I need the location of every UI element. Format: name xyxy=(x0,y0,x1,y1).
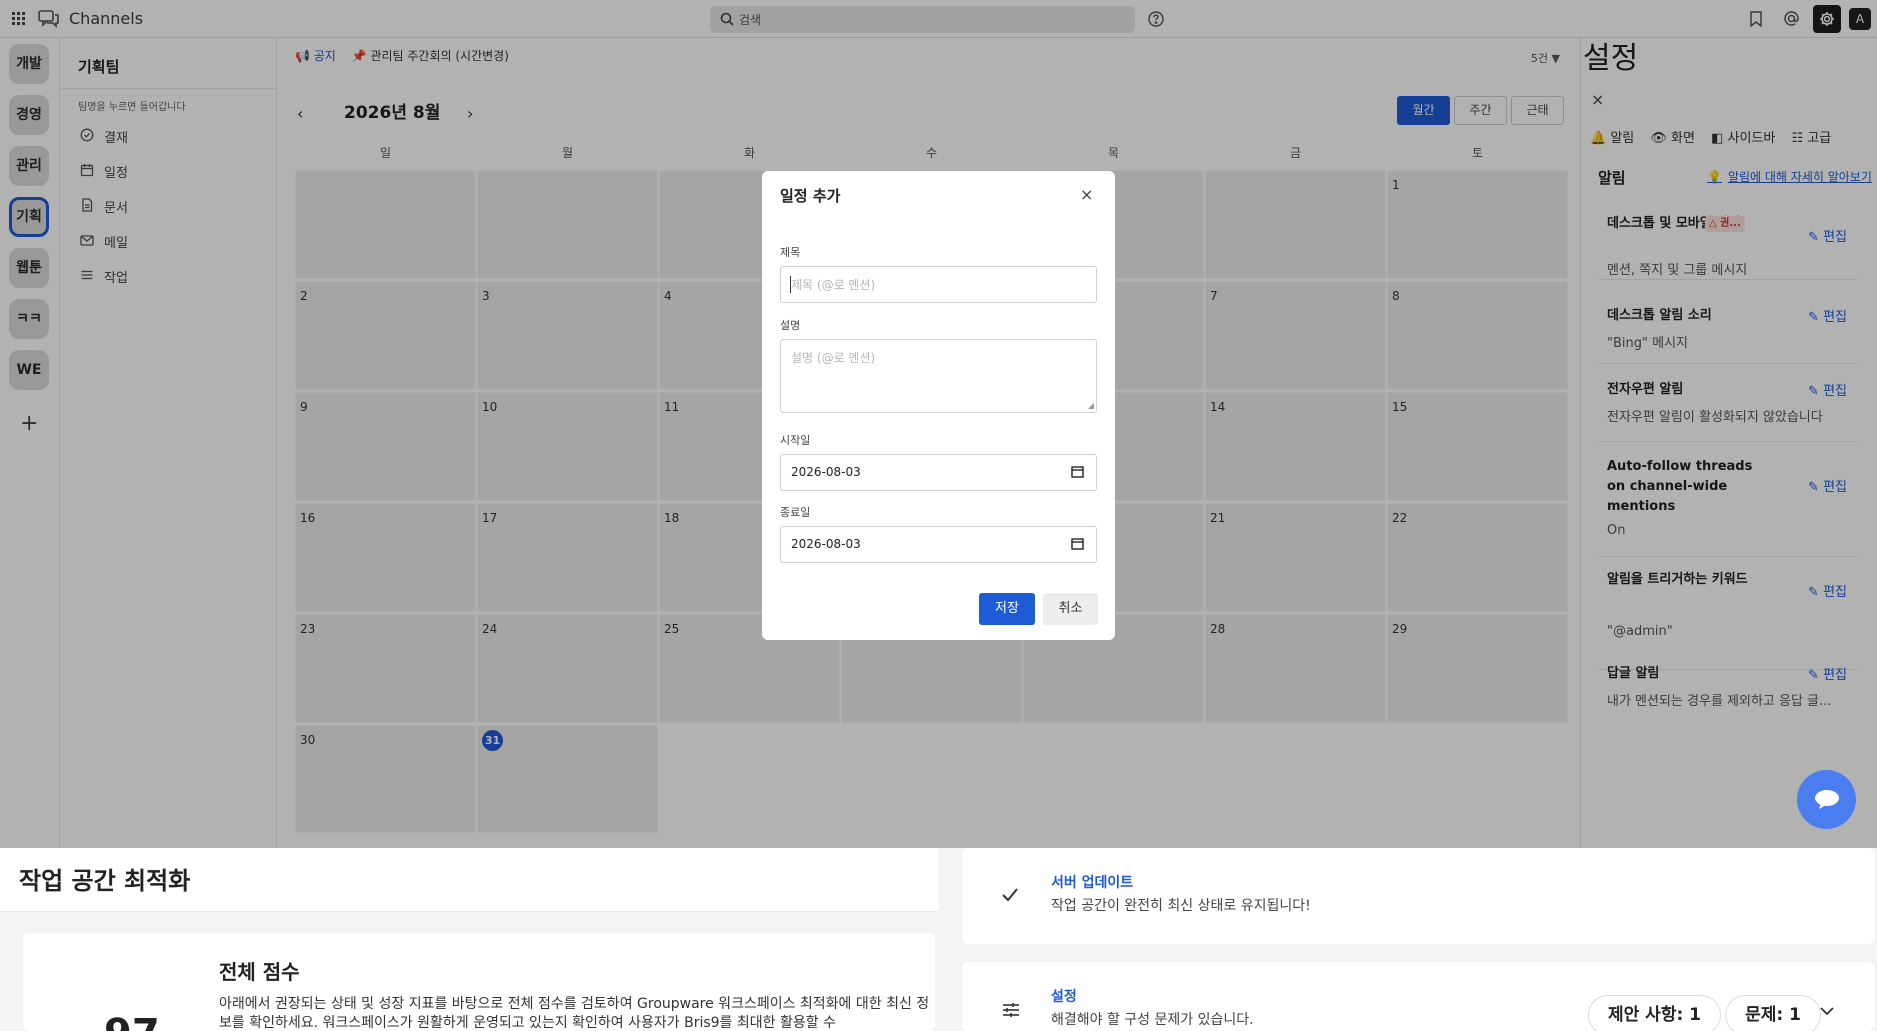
suggestions-count-badge[interactable]: 제안 사항: 1 xyxy=(1588,995,1721,1031)
chevron-down-icon[interactable] xyxy=(1820,1007,1834,1016)
cancel-button[interactable]: 취소 xyxy=(1043,593,1098,625)
optimization-header: 작업 공간 최적화 xyxy=(0,848,938,912)
calendar-icon[interactable] xyxy=(1071,465,1084,478)
server-update-desc: 작업 공간이 완전히 최신 상태로 유지됩니다! xyxy=(1051,898,1311,914)
configuration-title: 설정 xyxy=(1051,989,1077,1005)
end-date-field[interactable]: 2026-08-03 xyxy=(780,526,1097,563)
end-date-value: 2026-08-03 xyxy=(791,537,861,551)
workspace-optimization-section: 작업 공간 최적화 97 전체 점수 아래에서 권장되는 상태 및 성장 지표를… xyxy=(0,848,1877,1031)
resize-handle-icon[interactable]: ◢ xyxy=(1088,401,1094,410)
score-title: 전체 점수 xyxy=(219,960,300,984)
end-date-label: 종료일 xyxy=(780,506,811,519)
optimization-title: 작업 공간 최적화 xyxy=(19,867,191,895)
start-date-value: 2026-08-03 xyxy=(791,465,861,479)
configuration-card[interactable]: 설정 해결해야 할 구성 문제가 있습니다. 제안 사항: 1 문제: 1 xyxy=(962,962,1874,1031)
server-update-card[interactable]: 서버 업데이트 작업 공간이 완전히 최신 상태로 유지됩니다! xyxy=(962,848,1874,944)
chat-fab-button[interactable] xyxy=(1797,770,1856,829)
description-label: 설명 xyxy=(780,319,801,332)
add-event-dialog: 일정 추가 × 제목 제목 (@로 멘션) 설명 설명 (@로 멘션) ◢ 시작… xyxy=(762,171,1115,640)
description-field[interactable]: 설명 (@로 멘션) ◢ xyxy=(780,339,1097,413)
description-placeholder: 설명 (@로 멘션) xyxy=(791,351,876,365)
issues-count-badge[interactable]: 문제: 1 xyxy=(1725,995,1821,1031)
checkmark-icon xyxy=(1002,888,1018,902)
score-description: 아래에서 권장되는 상태 및 성장 지표를 바탕으로 전체 점수를 검토하여 G… xyxy=(219,996,930,1031)
server-update-title: 서버 업데이트 xyxy=(1051,875,1134,891)
sliders-icon xyxy=(1003,1003,1019,1017)
calendar-icon[interactable] xyxy=(1071,537,1084,550)
close-icon[interactable]: × xyxy=(1080,185,1093,204)
dialog-title: 일정 추가 xyxy=(780,187,841,205)
title-field[interactable]: 제목 (@로 멘션) xyxy=(780,266,1097,303)
overall-score-card: 97 전체 점수 아래에서 권장되는 상태 및 성장 지표를 바탕으로 전체 점… xyxy=(23,933,935,1031)
title-label: 제목 xyxy=(780,246,801,259)
save-button[interactable]: 저장 xyxy=(979,593,1035,625)
score-value: 97 xyxy=(104,1011,160,1031)
start-date-label: 시작일 xyxy=(780,434,811,447)
configuration-desc: 해결해야 할 구성 문제가 있습니다. xyxy=(1051,1012,1254,1028)
title-placeholder: 제목 (@로 멘션) xyxy=(791,278,876,292)
chat-bubble-icon xyxy=(1815,790,1839,809)
start-date-field[interactable]: 2026-08-03 xyxy=(780,454,1097,491)
